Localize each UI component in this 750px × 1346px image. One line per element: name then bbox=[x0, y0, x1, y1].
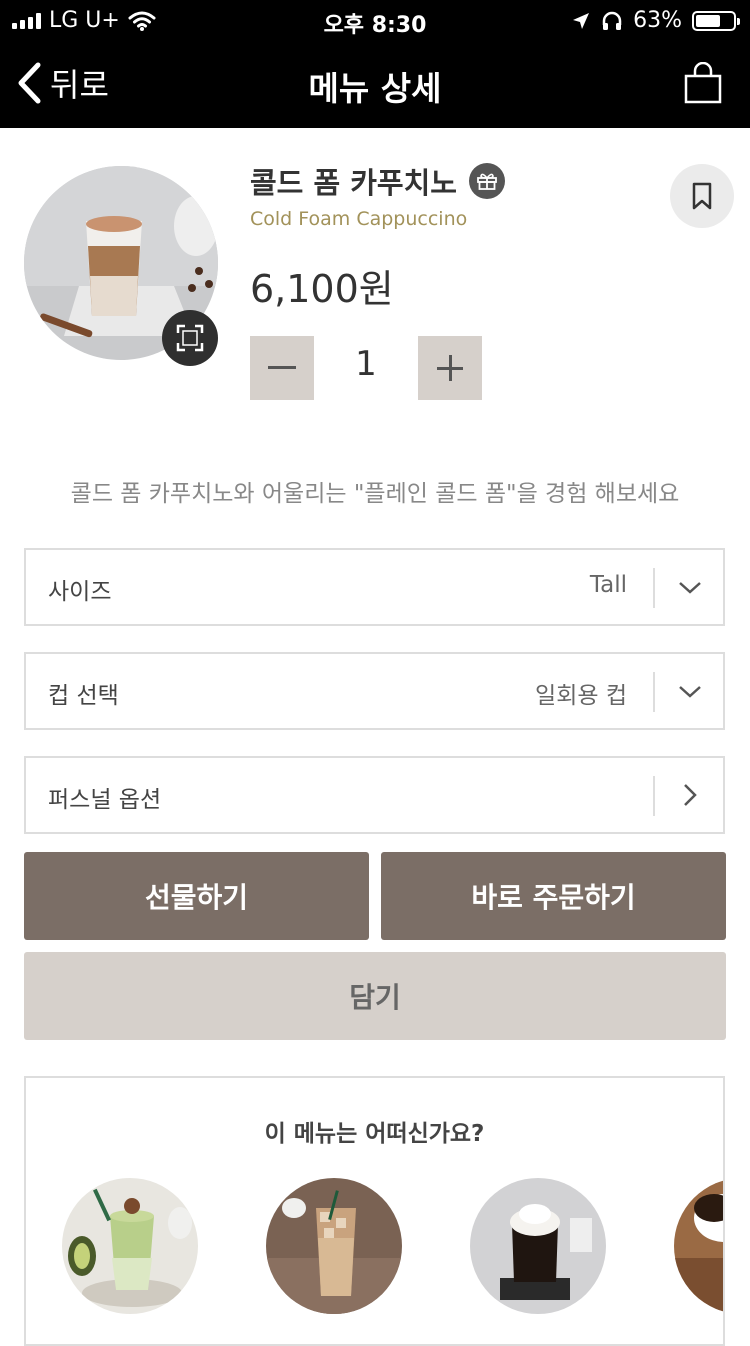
location-arrow-icon bbox=[573, 12, 590, 29]
minus-icon bbox=[268, 366, 296, 369]
bookmark-icon bbox=[692, 182, 712, 210]
size-value: Tall bbox=[589, 572, 627, 598]
battery-icon bbox=[692, 10, 740, 31]
size-label: 사이즈 bbox=[48, 579, 112, 605]
headphones-icon bbox=[602, 11, 622, 30]
top-bar: LG U+ 오후 8:30 63% 뒤로 메뉴 상세 bbox=[0, 0, 750, 128]
divider bbox=[653, 776, 655, 816]
gift-button[interactable]: 선물하기 bbox=[24, 852, 369, 940]
recommendation-item[interactable] bbox=[674, 1178, 723, 1314]
chevron-right-icon bbox=[684, 784, 697, 806]
add-to-cart-button[interactable]: 담기 bbox=[24, 952, 726, 1040]
recommendation-item[interactable] bbox=[266, 1178, 402, 1314]
personal-option-row[interactable]: 퍼스널 옵션 bbox=[24, 756, 725, 834]
quantity-decrease-button[interactable] bbox=[250, 336, 314, 400]
product-name-english: Cold Foam Cappuccino bbox=[250, 208, 468, 230]
divider bbox=[653, 568, 655, 608]
page-title: 메뉴 상세 bbox=[308, 69, 442, 108]
promo-text[interactable]: 콜드 폼 카푸치노와 어울리는 "플레인 콜드 폼"을 경험 해보세요 bbox=[0, 474, 750, 508]
gift-icon bbox=[468, 163, 505, 199]
plus-icon bbox=[437, 355, 463, 381]
recommendation-item[interactable] bbox=[62, 1178, 198, 1314]
zoom-button[interactable] bbox=[162, 310, 218, 366]
battery-percent: 63% bbox=[633, 8, 682, 33]
recommendation-item[interactable] bbox=[470, 1178, 606, 1314]
quantity-value: 1 bbox=[355, 344, 377, 384]
status-right: 63% bbox=[571, 8, 740, 33]
nav-bar: 뒤로 메뉴 상세 bbox=[0, 42, 750, 128]
recommendation-title: 이 메뉴는 어떠신가요? bbox=[264, 1121, 485, 1147]
expand-icon bbox=[176, 324, 204, 352]
recommendation-section: 이 메뉴는 어떠신가요? bbox=[24, 1076, 725, 1346]
cup-select[interactable]: 컵 선택 일회용 컵 bbox=[24, 652, 725, 730]
product-name: 콜드 폼 카푸치노 bbox=[250, 166, 457, 200]
chevron-down-icon bbox=[679, 686, 701, 698]
personal-option-label: 퍼스널 옵션 bbox=[48, 787, 162, 813]
shopping-bag-icon bbox=[684, 61, 722, 104]
chevron-down-icon bbox=[679, 582, 701, 594]
bookmark-button[interactable] bbox=[670, 164, 734, 228]
cart-button[interactable] bbox=[684, 61, 722, 108]
size-select[interactable]: 사이즈 Tall bbox=[24, 548, 725, 626]
product-name-row: 콜드 폼 카푸치노 bbox=[250, 160, 505, 202]
order-now-button[interactable]: 바로 주문하기 bbox=[381, 852, 726, 940]
product-price: 6,100원 bbox=[250, 267, 394, 311]
quantity-increase-button[interactable] bbox=[418, 336, 482, 400]
cup-value: 일회용 컵 bbox=[535, 683, 627, 709]
status-bar: LG U+ 오후 8:30 63% bbox=[0, 0, 750, 42]
divider bbox=[653, 672, 655, 712]
cup-label: 컵 선택 bbox=[48, 683, 119, 709]
